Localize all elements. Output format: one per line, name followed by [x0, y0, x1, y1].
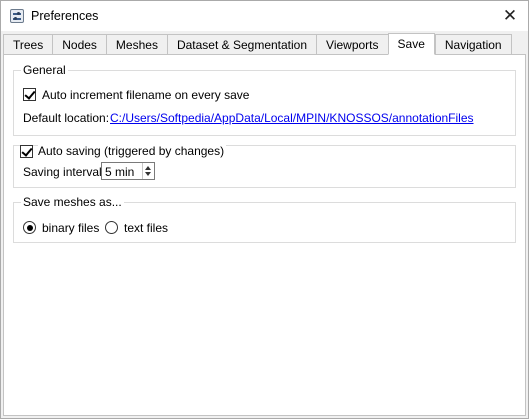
general-group: General Auto increment filename on every…	[13, 63, 516, 136]
tab-dataset-segmentation[interactable]: Dataset & Segmentation	[166, 34, 317, 55]
window-title: Preferences	[31, 9, 99, 23]
auto-saving-checkbox[interactable]	[20, 145, 33, 158]
tab-save[interactable]: Save	[387, 33, 435, 55]
spin-up-icon[interactable]	[145, 166, 151, 170]
text-files-label[interactable]: text files	[124, 221, 168, 235]
title-bar: Preferences ✕	[1, 1, 528, 31]
saving-interval-label: Saving interval	[23, 165, 102, 179]
tab-nodes[interactable]: Nodes	[52, 34, 106, 55]
tab-meshes[interactable]: Meshes	[105, 34, 167, 55]
autosave-group: Auto saving (triggered by changes) Savin…	[13, 144, 516, 188]
close-icon[interactable]: ✕	[492, 1, 528, 31]
binary-files-radio[interactable]	[23, 221, 36, 234]
default-location-label: Default location:	[23, 111, 110, 125]
tab-trees[interactable]: Trees	[3, 34, 53, 55]
auto-increment-checkbox[interactable]	[23, 88, 36, 101]
preferences-window: Preferences ✕ Trees Nodes Meshes Dataset…	[0, 0, 529, 419]
save-meshes-title: Save meshes as...	[21, 195, 124, 209]
auto-saving-label[interactable]: Auto saving (triggered by changes)	[38, 144, 227, 158]
tab-bar: Trees Nodes Meshes Dataset & Segmentatio…	[3, 33, 512, 55]
tab-viewports[interactable]: Viewports	[316, 34, 388, 55]
auto-increment-label[interactable]: Auto increment filename on every save	[42, 88, 249, 102]
default-location-link[interactable]: C:/Users/Softpedia/AppData/Local/MPIN/KN…	[110, 111, 474, 125]
general-group-title: General	[21, 63, 68, 77]
settings-app-icon	[10, 9, 24, 23]
save-tab-panel: General Auto increment filename on every…	[3, 54, 526, 416]
text-files-radio[interactable]	[105, 221, 118, 234]
save-meshes-group: Save meshes as... binary files text file…	[13, 195, 516, 243]
binary-files-label[interactable]: binary files	[42, 221, 99, 235]
spin-down-icon[interactable]	[145, 172, 151, 176]
tab-navigation[interactable]: Navigation	[434, 34, 512, 55]
spin-arrows[interactable]	[142, 163, 154, 179]
saving-interval-value[interactable]: 5 min	[105, 165, 134, 179]
saving-interval-spinbox[interactable]: 5 min	[101, 162, 155, 180]
